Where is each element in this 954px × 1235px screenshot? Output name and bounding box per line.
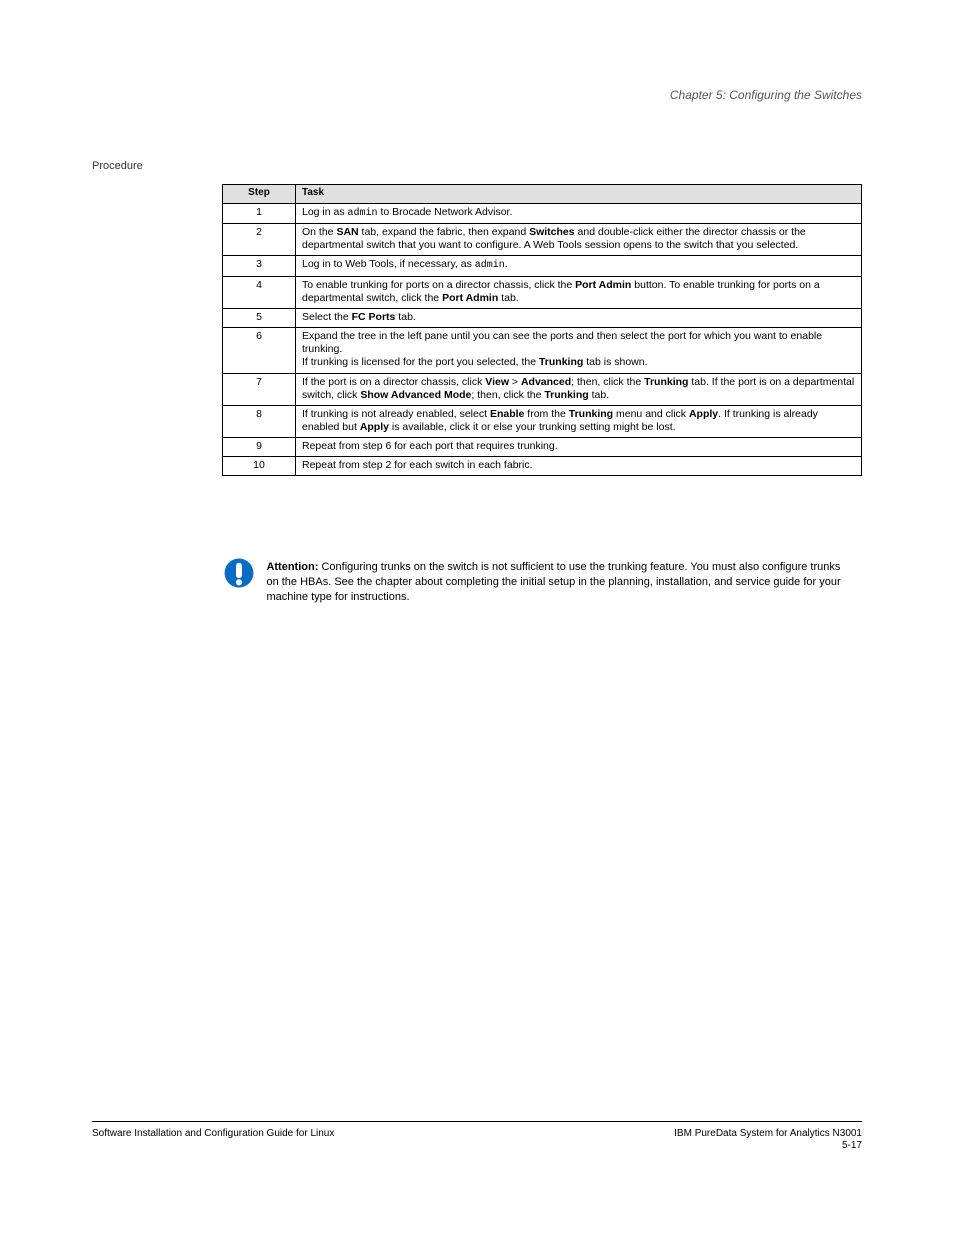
cell-step: 3 <box>223 256 296 277</box>
cell-step: 7 <box>223 373 296 405</box>
cell-step: 9 <box>223 438 296 457</box>
cell-step: 10 <box>223 457 296 476</box>
cell-task: Repeat from step 6 for each port that re… <box>296 438 862 457</box>
section-label-procedure: Procedure <box>92 160 143 172</box>
table-row: 5 Select the FC Ports tab. <box>223 309 862 328</box>
cell-task: Select the FC Ports tab. <box>296 309 862 328</box>
procedure-table: Step Task 1 Log in as admin to Brocade N… <box>222 184 862 476</box>
footer-left: Software Installation and Configuration … <box>92 1128 334 1151</box>
cell-step: 4 <box>223 276 296 308</box>
table-row: 1 Log in as admin to Brocade Network Adv… <box>223 203 862 224</box>
cell-task: Expand the tree in the left pane until y… <box>296 328 862 373</box>
cell-step: 1 <box>223 203 296 224</box>
cell-step: 6 <box>223 328 296 373</box>
cell-task: To enable trunking for ports on a direct… <box>296 276 862 308</box>
page-footer: Software Installation and Configuration … <box>92 1121 862 1151</box>
attention-icon <box>222 556 262 595</box>
page-header-chapter: Chapter 5: Configuring the Switches <box>670 88 862 102</box>
table-row: 6 Expand the tree in the left pane until… <box>223 328 862 373</box>
cell-step: 2 <box>223 224 296 256</box>
table-row: 2 On the SAN tab, expand the fabric, the… <box>223 224 862 256</box>
table-row: 10 Repeat from step 2 for each switch in… <box>223 457 862 476</box>
cell-step: 5 <box>223 309 296 328</box>
cell-task: Log in as admin to Brocade Network Advis… <box>296 203 862 224</box>
col-header-task: Task <box>296 185 862 204</box>
table-row: 7 If the port is on a director chassis, … <box>223 373 862 405</box>
footer-right-title: IBM PureData System for Analytics N3001 <box>674 1128 862 1139</box>
attention-body: Configuring trunks on the switch is not … <box>266 561 840 603</box>
attention-callout: Attention: Configuring trunks on the swi… <box>222 556 862 605</box>
attention-text: Attention: Configuring trunks on the swi… <box>266 556 851 605</box>
cell-task: Log in to Web Tools, if necessary, as ad… <box>296 256 862 277</box>
cell-task: If trunking is not already enabled, sele… <box>296 405 862 437</box>
table-header-row: Step Task <box>223 185 862 204</box>
col-header-step: Step <box>223 185 296 204</box>
table-row: 9 Repeat from step 6 for each port that … <box>223 438 862 457</box>
cell-task: If the port is on a director chassis, cl… <box>296 373 862 405</box>
cell-task: On the SAN tab, expand the fabric, then … <box>296 224 862 256</box>
attention-label: Attention: <box>266 561 318 573</box>
cell-task: Repeat from step 2 for each switch in ea… <box>296 457 862 476</box>
cell-step: 8 <box>223 405 296 437</box>
table-row: 3 Log in to Web Tools, if necessary, as … <box>223 256 862 277</box>
footer-page-number: 5-17 <box>674 1140 862 1151</box>
table-row: 8 If trunking is not already enabled, se… <box>223 405 862 437</box>
table-row: 4 To enable trunking for ports on a dire… <box>223 276 862 308</box>
